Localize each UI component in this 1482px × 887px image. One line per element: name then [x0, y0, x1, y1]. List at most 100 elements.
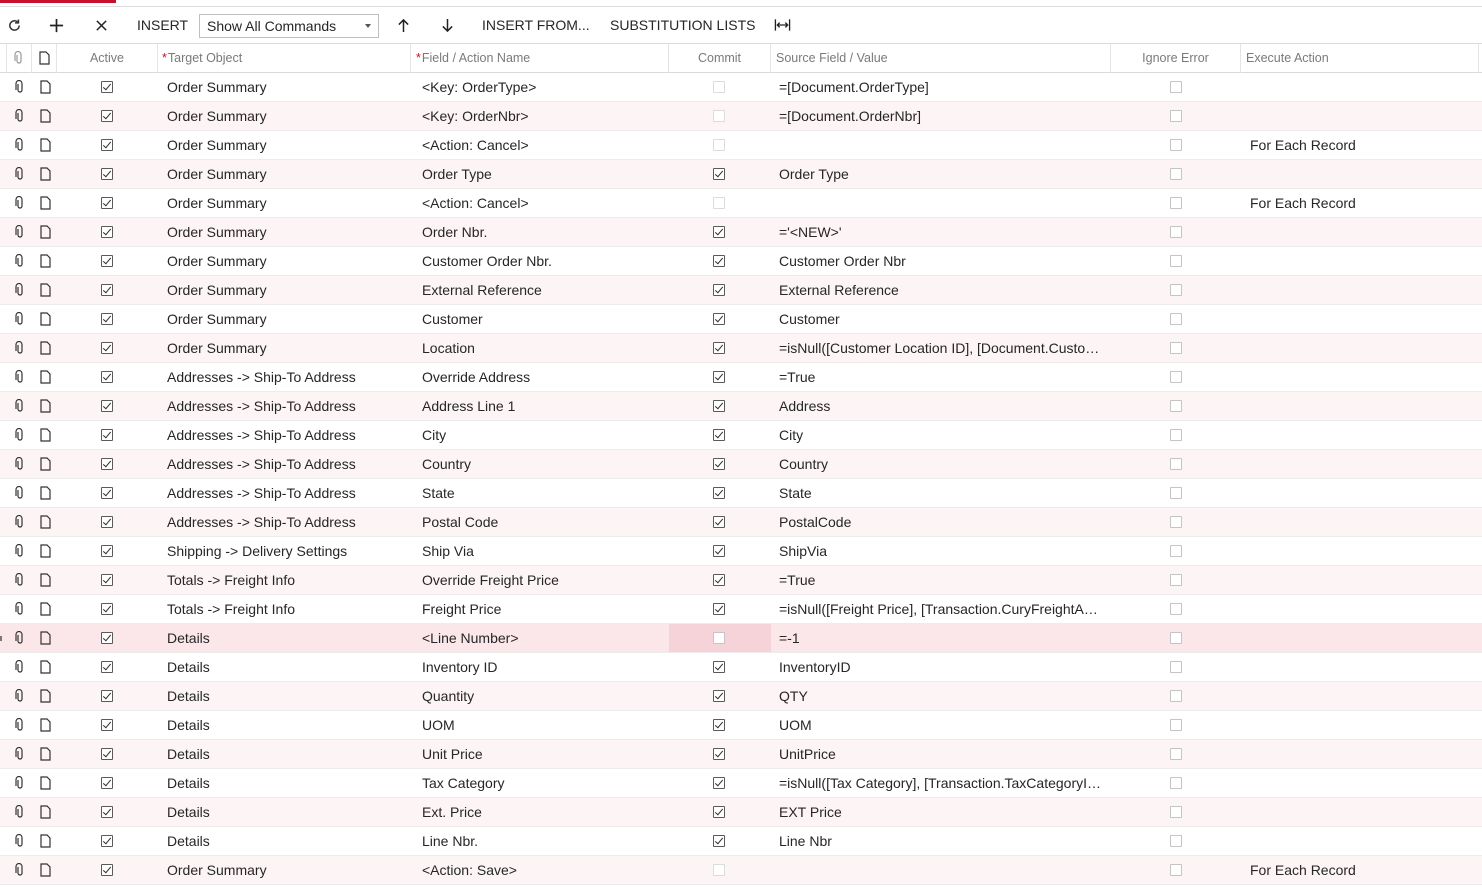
- paperclip-icon[interactable]: [13, 428, 27, 442]
- target-object-cell[interactable]: Addresses -> Ship-To Address: [167, 479, 407, 507]
- source-value-cell[interactable]: InventoryID: [779, 653, 1105, 681]
- target-object-cell[interactable]: Order Summary: [167, 102, 407, 130]
- execute-action-cell[interactable]: [1250, 653, 1475, 681]
- ignore-error-checkbox[interactable]: [1170, 661, 1182, 673]
- ignore-error-checkbox[interactable]: [1170, 603, 1182, 615]
- paperclip-icon[interactable]: [13, 631, 27, 645]
- target-object-cell[interactable]: Details: [167, 624, 407, 652]
- target-object-cell[interactable]: Addresses -> Ship-To Address: [167, 508, 407, 536]
- execute-action-cell[interactable]: [1250, 508, 1475, 536]
- ignore-error-checkbox[interactable]: [1170, 632, 1182, 644]
- paperclip-icon[interactable]: [13, 225, 27, 239]
- ignore-error-checkbox[interactable]: [1170, 313, 1182, 325]
- paperclip-icon[interactable]: [13, 805, 27, 819]
- field-action-cell[interactable]: Override Address: [422, 363, 664, 391]
- execute-action-cell[interactable]: [1250, 595, 1475, 623]
- document-icon[interactable]: [38, 399, 52, 413]
- table-row[interactable]: Addresses -> Ship-To Address State State: [0, 479, 1482, 508]
- document-icon[interactable]: [38, 718, 52, 732]
- target-object-cell[interactable]: Details: [167, 711, 407, 739]
- insert-from-button[interactable]: INSERT FROM...: [482, 7, 590, 43]
- table-row[interactable]: Details UOM UOM: [0, 711, 1482, 740]
- field-action-cell[interactable]: External Reference: [422, 276, 664, 304]
- field-action-cell[interactable]: Address Line 1: [422, 392, 664, 420]
- execute-action-cell[interactable]: [1250, 624, 1475, 652]
- table-row[interactable]: Details Line Nbr. Line Nbr: [0, 827, 1482, 856]
- target-object-cell[interactable]: Order Summary: [167, 160, 407, 188]
- table-row[interactable]: Addresses -> Ship-To Address Override Add…: [0, 363, 1482, 392]
- field-action-cell[interactable]: Inventory ID: [422, 653, 664, 681]
- document-icon[interactable]: [38, 747, 52, 761]
- target-object-cell[interactable]: Details: [167, 682, 407, 710]
- target-object-cell[interactable]: Details: [167, 827, 407, 855]
- commit-checkbox[interactable]: [713, 661, 725, 673]
- execute-action-cell[interactable]: [1250, 392, 1475, 420]
- close-icon[interactable]: [91, 7, 111, 43]
- source-value-cell[interactable]: Customer Order Nbr: [779, 247, 1105, 275]
- target-object-column-header[interactable]: *Target Object: [158, 44, 411, 73]
- execute-action-cell[interactable]: [1250, 769, 1475, 797]
- ignore-error-checkbox[interactable]: [1170, 777, 1182, 789]
- document-icon[interactable]: [38, 109, 52, 123]
- active-checkbox[interactable]: [101, 400, 113, 412]
- source-value-column-header[interactable]: Source Field / Value: [771, 44, 1111, 73]
- execute-action-cell[interactable]: [1250, 537, 1475, 565]
- execute-action-cell[interactable]: [1250, 479, 1475, 507]
- ignore-error-checkbox[interactable]: [1170, 806, 1182, 818]
- table-row[interactable]: Order Summary Order Nbr. ='<NEW>': [0, 218, 1482, 247]
- ignore-error-column-header[interactable]: Ignore Error: [1111, 44, 1241, 73]
- source-value-cell[interactable]: ='<NEW>': [779, 218, 1105, 246]
- active-checkbox[interactable]: [101, 197, 113, 209]
- execute-action-cell[interactable]: [1250, 827, 1475, 855]
- ignore-error-checkbox[interactable]: [1170, 139, 1182, 151]
- source-value-cell[interactable]: State: [779, 479, 1105, 507]
- table-row[interactable]: Order Summary <Action: Cancel> For Each Re…: [0, 131, 1482, 160]
- ignore-error-checkbox[interactable]: [1170, 371, 1182, 383]
- execute-action-column-header[interactable]: Execute Action: [1241, 44, 1479, 73]
- commit-checkbox[interactable]: [713, 806, 725, 818]
- ignore-error-checkbox[interactable]: [1170, 458, 1182, 470]
- execute-action-cell[interactable]: [1250, 160, 1475, 188]
- paperclip-icon[interactable]: [13, 341, 27, 355]
- active-checkbox[interactable]: [101, 719, 113, 731]
- document-icon[interactable]: [38, 776, 52, 790]
- paperclip-icon[interactable]: [13, 776, 27, 790]
- source-value-cell[interactable]: Line Nbr: [779, 827, 1105, 855]
- source-value-cell[interactable]: Country: [779, 450, 1105, 478]
- paperclip-icon[interactable]: [13, 689, 27, 703]
- target-object-cell[interactable]: Order Summary: [167, 305, 407, 333]
- paperclip-icon[interactable]: [13, 312, 27, 326]
- source-value-cell[interactable]: [779, 856, 1105, 884]
- target-object-cell[interactable]: Details: [167, 740, 407, 768]
- active-checkbox[interactable]: [101, 342, 113, 354]
- ignore-error-checkbox[interactable]: [1170, 429, 1182, 441]
- document-icon[interactable]: [38, 312, 52, 326]
- document-icon[interactable]: [38, 167, 52, 181]
- paperclip-icon[interactable]: [13, 457, 27, 471]
- document-icon[interactable]: [38, 457, 52, 471]
- table-row[interactable]: Order Summary Customer Customer: [0, 305, 1482, 334]
- target-object-cell[interactable]: Details: [167, 798, 407, 826]
- ignore-error-checkbox[interactable]: [1170, 226, 1182, 238]
- table-row[interactable]: Order Summary <Key: OrderType> =[Document.…: [0, 73, 1482, 102]
- source-value-cell[interactable]: UnitPrice: [779, 740, 1105, 768]
- target-object-cell[interactable]: Order Summary: [167, 276, 407, 304]
- paperclip-icon[interactable]: [13, 254, 27, 268]
- field-action-cell[interactable]: State: [422, 479, 664, 507]
- field-action-cell[interactable]: <Key: OrderNbr>: [422, 102, 664, 130]
- ignore-error-checkbox[interactable]: [1170, 284, 1182, 296]
- ignore-error-checkbox[interactable]: [1170, 168, 1182, 180]
- source-value-cell[interactable]: =isNull([Tax Category], [Transaction.Tax…: [779, 769, 1105, 797]
- active-checkbox[interactable]: [101, 168, 113, 180]
- command-filter-select[interactable]: Show All Commands: [199, 14, 379, 38]
- paperclip-icon[interactable]: [13, 167, 27, 181]
- document-icon[interactable]: [38, 225, 52, 239]
- execute-action-cell[interactable]: [1250, 740, 1475, 768]
- ignore-error-checkbox[interactable]: [1170, 197, 1182, 209]
- paperclip-icon[interactable]: [13, 544, 27, 558]
- paperclip-icon[interactable]: [13, 863, 27, 877]
- paperclip-icon[interactable]: [13, 573, 27, 587]
- paperclip-icon[interactable]: [13, 283, 27, 297]
- document-icon[interactable]: [38, 196, 52, 210]
- table-row[interactable]: Details <Line Number> =-1: [0, 624, 1482, 653]
